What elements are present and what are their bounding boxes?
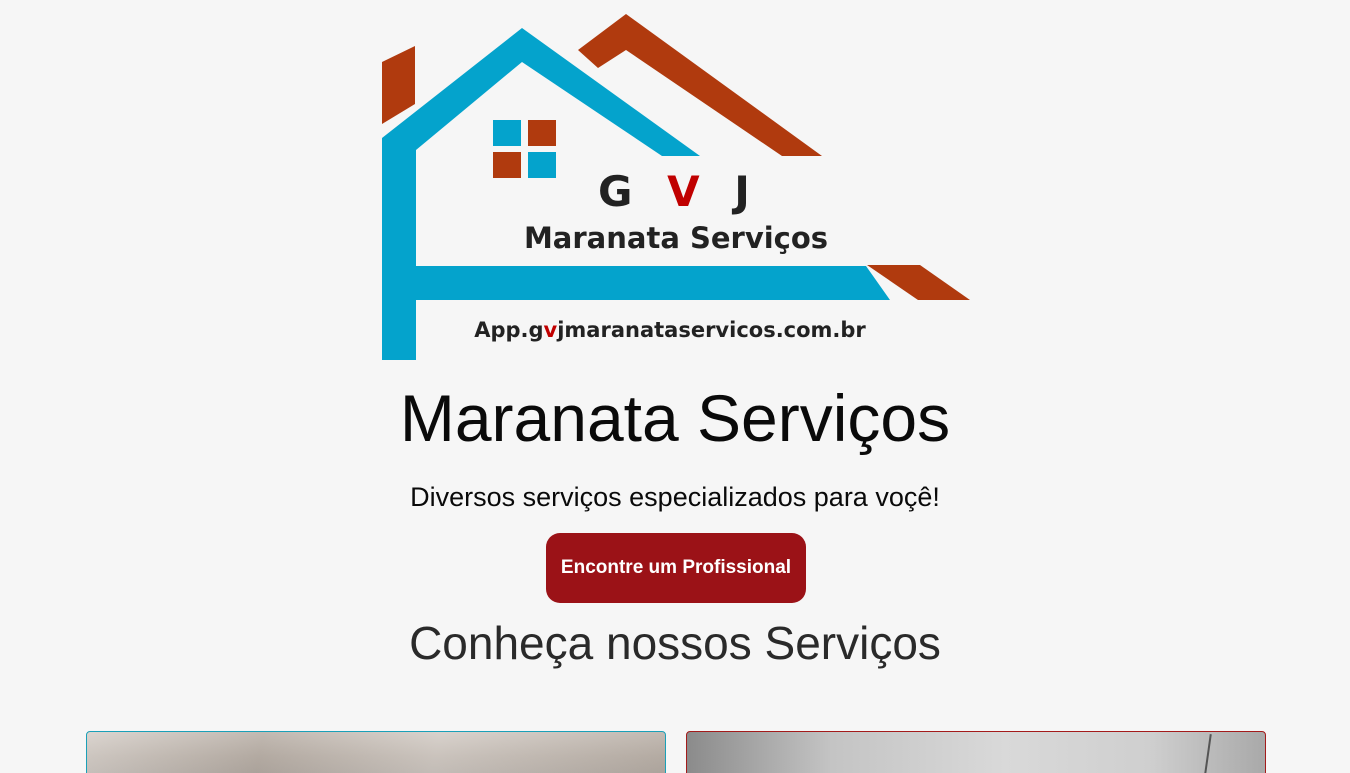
find-professional-button[interactable]: Encontre um Profissional: [546, 533, 806, 603]
page-title: Maranata Serviços: [399, 381, 951, 455]
service-card[interactable]: [86, 731, 666, 773]
tagline: Diversos serviços especializados para vo…: [410, 482, 940, 512]
company-logo: G V J Maranata Serviços App.gvjmaranatas…: [382, 14, 970, 360]
logo-url: App.gvjmaranataservicos.com.br: [474, 318, 866, 342]
logo-initial-j: J: [731, 167, 760, 216]
service-card-image: [1204, 734, 1212, 773]
service-card-image: [87, 732, 665, 773]
logo-initial-v: V: [667, 167, 710, 216]
logo-url-prefix: App.g: [474, 318, 543, 342]
logo-initial-g: G: [598, 167, 642, 216]
logo-window-pane: [528, 120, 556, 146]
logo-chimney: [382, 46, 415, 124]
services-heading: Conheça nossos Serviços: [409, 617, 941, 669]
logo-rear-roof: [578, 14, 822, 156]
page: G V J Maranata Serviços App.gvjmaranatas…: [0, 0, 1350, 773]
service-card[interactable]: [686, 731, 1266, 773]
logo-url-suffix: jmaranataservicos.com.br: [556, 318, 866, 342]
logo-window-pane: [493, 152, 521, 178]
logo-window-pane: [493, 120, 521, 146]
logo-url-accent: v: [544, 318, 558, 342]
logo-name: Maranata Serviços: [524, 221, 828, 255]
logo-window-pane: [528, 152, 556, 178]
logo-initials: G V J: [598, 167, 760, 216]
